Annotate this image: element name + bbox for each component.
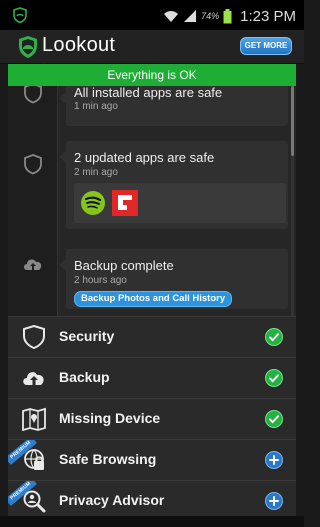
check-icon bbox=[265, 369, 283, 387]
feature-menu: Security Backup Missing Device PREMIUM S… bbox=[8, 316, 296, 527]
card-time: 2 min ago bbox=[74, 167, 118, 178]
shield-icon bbox=[24, 86, 42, 104]
menu-item-label: Missing Device bbox=[59, 410, 161, 426]
card-message: All installed apps are safe bbox=[74, 86, 223, 100]
menu-item-label: Privacy Advisor bbox=[59, 492, 165, 508]
card-message: Backup complete bbox=[74, 258, 174, 273]
app-header: Lookout GET MORE bbox=[0, 30, 304, 64]
check-icon bbox=[265, 410, 283, 428]
timeline-rail bbox=[8, 86, 58, 316]
lookout-logo-icon bbox=[19, 36, 37, 58]
wifi-icon bbox=[164, 11, 179, 22]
battery-icon bbox=[223, 8, 232, 23]
timeline-card[interactable]: Backup complete 2 hours ago Backup Photo… bbox=[59, 249, 288, 309]
plus-icon bbox=[265, 451, 283, 469]
menu-item-backup[interactable]: Backup bbox=[8, 357, 296, 398]
status-banner: Everything is OK bbox=[8, 64, 296, 86]
backup-photos-button[interactable]: Backup Photos and Call History bbox=[74, 291, 233, 307]
cloud-upload-icon bbox=[24, 259, 42, 270]
menu-item-safe-browsing[interactable]: PREMIUM Safe Browsing bbox=[8, 439, 296, 480]
bottom-edge bbox=[0, 516, 304, 527]
lookout-notification-icon bbox=[13, 7, 27, 23]
timeline-card[interactable]: 2 updated apps are safe 2 min ago bbox=[59, 141, 288, 229]
battery-percent: 74% bbox=[201, 11, 220, 21]
status-bar: 74% 1:23 PM bbox=[0, 0, 304, 30]
card-time: 1 min ago bbox=[74, 101, 118, 112]
card-time: 2 hours ago bbox=[74, 275, 127, 286]
get-more-button[interactable]: GET MORE bbox=[240, 37, 292, 55]
app-icons-tray bbox=[74, 183, 286, 223]
magnifier-person-icon bbox=[23, 490, 46, 513]
app-title: Lookout bbox=[42, 34, 116, 56]
signal-icon bbox=[184, 10, 197, 22]
check-icon bbox=[265, 328, 283, 346]
shield-icon bbox=[24, 154, 42, 175]
flipboard-icon[interactable] bbox=[112, 190, 138, 216]
shield-icon bbox=[23, 325, 45, 349]
card-message: 2 updated apps are safe bbox=[74, 150, 215, 165]
map-icon bbox=[22, 407, 46, 431]
spotify-icon[interactable] bbox=[80, 190, 106, 216]
timeline-card[interactable]: All installed apps are safe 1 min ago bbox=[59, 86, 288, 126]
lock-globe-icon bbox=[24, 449, 44, 470]
menu-item-label: Safe Browsing bbox=[59, 451, 157, 467]
menu-item-privacy-advisor[interactable]: PREMIUM Privacy Advisor bbox=[8, 480, 296, 521]
menu-item-label: Security bbox=[59, 328, 115, 344]
scrollbar-thumb[interactable] bbox=[291, 86, 294, 156]
clock: 1:23 PM bbox=[240, 7, 296, 25]
timeline[interactable]: All installed apps are safe 1 min ago 2 … bbox=[8, 86, 296, 316]
menu-item-label: Backup bbox=[59, 369, 110, 385]
plus-icon bbox=[265, 492, 283, 510]
menu-item-missing-device[interactable]: Missing Device bbox=[8, 398, 296, 439]
cloud-upload-icon bbox=[23, 372, 44, 385]
menu-item-security[interactable]: Security bbox=[8, 316, 296, 357]
